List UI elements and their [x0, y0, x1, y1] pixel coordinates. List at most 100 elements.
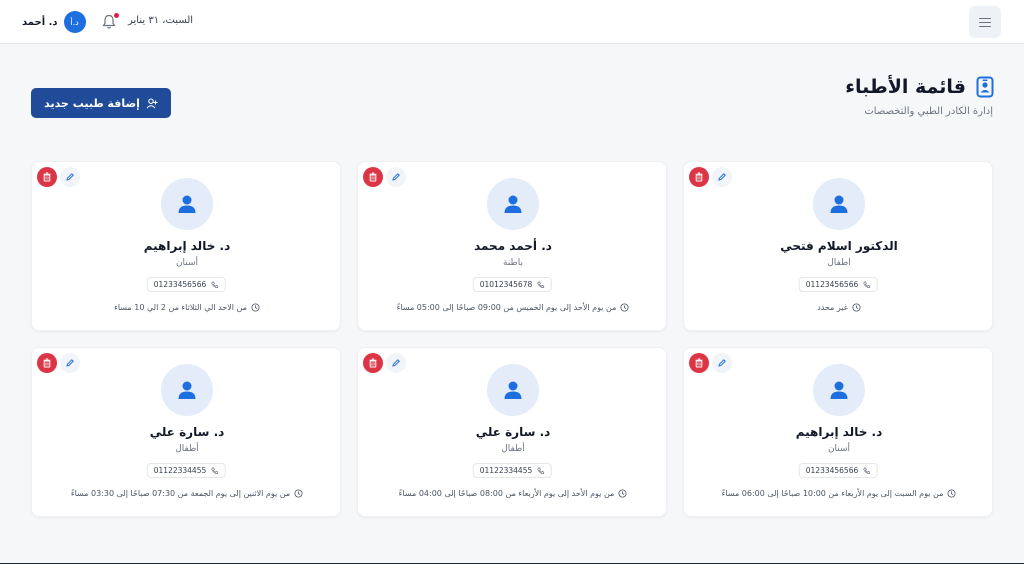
delete-button[interactable]	[363, 167, 383, 187]
hours-text: من يوم السبت إلى يوم الأربعاء من 10:00 ص…	[721, 489, 944, 498]
delete-button[interactable]	[689, 167, 709, 187]
pencil-icon	[718, 359, 726, 367]
working-hours: من يوم الأحد إلى يوم الأربعاء من 08:00 ص…	[358, 489, 668, 498]
hours-text: غير محدد	[817, 303, 848, 312]
doctor-card: د. سارة علي أطفال 01122334455 من يوم الأ…	[357, 347, 667, 517]
delete-button[interactable]	[689, 353, 709, 373]
trash-icon	[369, 172, 377, 182]
user-plus-icon	[146, 97, 158, 108]
doctor-avatar	[161, 178, 213, 230]
delete-button[interactable]	[37, 353, 57, 373]
doctor-phone[interactable]: 01123456566	[798, 277, 878, 292]
notification-dot	[114, 13, 119, 18]
edit-button[interactable]	[60, 353, 80, 373]
doctor-avatar	[161, 364, 213, 416]
phone-icon	[862, 467, 870, 474]
clock-icon	[618, 489, 627, 498]
phone-number: 01233456566	[153, 280, 207, 289]
phone-icon	[536, 467, 544, 474]
phone-icon	[210, 467, 218, 474]
trash-icon	[43, 172, 51, 182]
user-icon	[178, 195, 196, 213]
phone-number: 01123456566	[805, 280, 859, 289]
user-icon	[830, 381, 848, 399]
edit-button[interactable]	[60, 167, 80, 187]
edit-button[interactable]	[386, 167, 406, 187]
trash-icon	[695, 358, 703, 368]
phone-number: 01122334455	[479, 466, 533, 475]
phone-icon	[536, 281, 544, 288]
user-name: د. أحمد	[22, 16, 58, 28]
doctor-phone[interactable]: 01012345678	[472, 277, 552, 292]
doctor-card: د. أحمد محمد باطنة 01012345678 من يوم ال…	[357, 161, 667, 331]
trash-icon	[695, 172, 703, 182]
hamburger-icon	[979, 17, 991, 27]
doctor-phone[interactable]: 01233456566	[146, 277, 226, 292]
user-icon	[504, 195, 522, 213]
pencil-icon	[392, 173, 400, 181]
doctor-avatar	[813, 364, 865, 416]
add-doctor-button[interactable]: إضافة طبيب جديد	[31, 88, 171, 118]
menu-toggle-button[interactable]	[969, 6, 1001, 38]
doctor-name: الدكتور اسلام فتحي	[780, 239, 898, 253]
clock-icon	[294, 489, 303, 498]
user-icon	[830, 195, 848, 213]
doctor-phone[interactable]: 01233456566	[798, 463, 878, 478]
clock-icon	[620, 303, 629, 312]
trash-icon	[43, 358, 51, 368]
working-hours: من يوم الأحد إلى يوم الخميس من 09:00 صبا…	[358, 303, 668, 312]
page-header: قائمة الأطباء	[845, 76, 994, 98]
phone-icon	[862, 281, 870, 288]
add-doctor-label: إضافة طبيب جديد	[44, 96, 140, 110]
working-hours: من الاحد الي الثلاثاء من 2 الي 10 مساء	[32, 303, 342, 312]
pencil-icon	[392, 359, 400, 367]
edit-button[interactable]	[712, 353, 732, 373]
doctor-avatar	[813, 178, 865, 230]
user-icon	[178, 381, 196, 399]
doctor-specialty: أسنان	[827, 444, 851, 454]
doctor-name: د. سارة علي	[475, 425, 551, 439]
phone-icon	[210, 281, 218, 288]
phone-number: 01122334455	[153, 466, 207, 475]
pencil-icon	[718, 173, 726, 181]
doctor-specialty: أطفال	[501, 444, 525, 454]
phone-number: 01012345678	[479, 280, 533, 289]
delete-button[interactable]	[363, 353, 383, 373]
doctor-avatar	[487, 364, 539, 416]
doctor-name: د. أحمد محمد	[474, 239, 552, 253]
doctor-phone[interactable]: 01122334455	[472, 463, 552, 478]
doctor-specialty: أطفال	[175, 444, 199, 454]
doctor-phone[interactable]: 01122334455	[146, 463, 226, 478]
user-menu[interactable]: د. أحمد د.أ	[22, 11, 86, 33]
doctor-card: د. سارة علي أطفال 01122334455 من يوم الا…	[31, 347, 341, 517]
trash-icon	[369, 358, 377, 368]
doctor-specialty: اطفال	[827, 258, 851, 268]
working-hours: غير محدد	[684, 303, 994, 312]
doctor-name: د. سارة علي	[149, 425, 225, 439]
doctor-name: د. خالد إبراهيم	[143, 239, 231, 253]
page-subtitle: إدارة الكادر الطبي والتخصصات	[864, 106, 993, 117]
delete-button[interactable]	[37, 167, 57, 187]
hours-text: من يوم الأحد إلى يوم الخميس من 09:00 صبا…	[396, 303, 617, 312]
doctor-avatar	[487, 178, 539, 230]
edit-button[interactable]	[712, 167, 732, 187]
current-date: السبت، ٣١ يناير	[128, 15, 194, 26]
doctor-card: د. خالد إبراهيم أسنان 01233456566 من يوم…	[683, 347, 993, 517]
clock-icon	[251, 303, 260, 312]
doctor-card: الدكتور اسلام فتحي اطفال 01123456566 غير…	[683, 161, 993, 331]
user-avatar: د.أ	[63, 11, 86, 33]
pencil-icon	[66, 173, 74, 181]
doctor-name: د. خالد إبراهيم	[795, 425, 883, 439]
working-hours: من يوم السبت إلى يوم الأربعاء من 10:00 ص…	[684, 489, 994, 498]
page-title: قائمة الأطباء	[845, 76, 966, 98]
hours-text: من يوم الأحد إلى يوم الأربعاء من 08:00 ص…	[398, 489, 615, 498]
clock-icon	[947, 489, 956, 498]
working-hours: من يوم الاثنين إلى يوم الجمعة من 07:30 ص…	[32, 489, 342, 498]
user-icon	[504, 381, 522, 399]
hours-text: من الاحد الي الثلاثاء من 2 الي 10 مساء	[114, 303, 247, 312]
doctor-specialty: باطنة	[503, 258, 523, 268]
phone-number: 01233456566	[805, 466, 859, 475]
edit-button[interactable]	[386, 353, 406, 373]
top-bar: د. أحمد د.أ السبت، ٣١ يناير	[0, 0, 1024, 44]
hours-text: من يوم الاثنين إلى يوم الجمعة من 07:30 ص…	[70, 489, 291, 498]
